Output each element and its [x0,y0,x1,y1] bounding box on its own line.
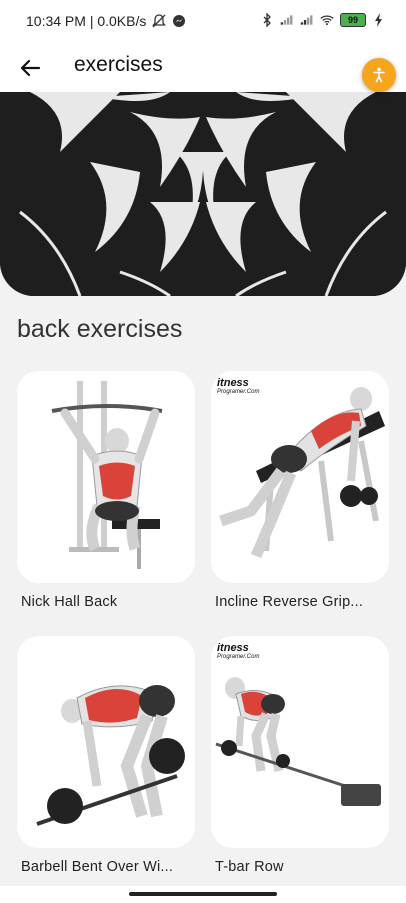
exercise-card-1[interactable] [17,371,195,583]
exercise-name-3[interactable]: Barbell Bent Over Wi... [21,859,173,875]
exercise-name-4[interactable]: T-bar Row [215,859,284,875]
status-bar: 10:34 PM | 0.0KB/s 99 [0,0,406,44]
accessibility-button[interactable] [362,58,396,92]
bluetooth-icon [263,13,271,27]
exercise-name-1[interactable]: Nick Hall Back [21,594,117,610]
exercise-card-3[interactable] [17,636,195,848]
system-nav-bar [0,886,406,903]
section-title: back exercises [17,315,183,343]
exercise-card-2[interactable]: itness Programer.Com [211,371,389,583]
home-indicator[interactable] [129,892,277,896]
signal-icon [280,15,293,25]
fitness-programer-logo: itness Programer.Com [217,377,260,395]
wifi-icon [320,15,334,26]
page-title: exercises [74,53,163,76]
exercise-illustration [17,636,195,848]
messenger-icon [173,15,186,27]
exercise-illustration [211,636,389,848]
exercise-illustration [211,371,389,583]
signal-icon-2 [300,15,313,25]
status-time-speed: 10:34 PM | 0.0KB/s [26,13,147,29]
back-button[interactable] [16,54,44,82]
muscle-art-illustration [0,92,406,296]
app-bar: exercises [0,44,406,92]
mute-bell-icon [152,14,167,28]
exercise-card-4[interactable]: itness Programer.Com [211,636,389,848]
hero-banner-image [0,92,406,296]
fitness-programer-logo: itness Programer.Com [217,642,260,660]
accessibility-icon [373,67,385,83]
status-left: 10:34 PM | 0.0KB/s [26,13,186,29]
arrow-left-icon [20,59,41,77]
exercise-name-2[interactable]: Incline Reverse Grip... [215,594,363,610]
charging-bolt-icon [375,13,382,27]
exercise-illustration [17,371,195,583]
battery-indicator: 99 [340,13,366,27]
status-right: 99 [260,13,386,27]
